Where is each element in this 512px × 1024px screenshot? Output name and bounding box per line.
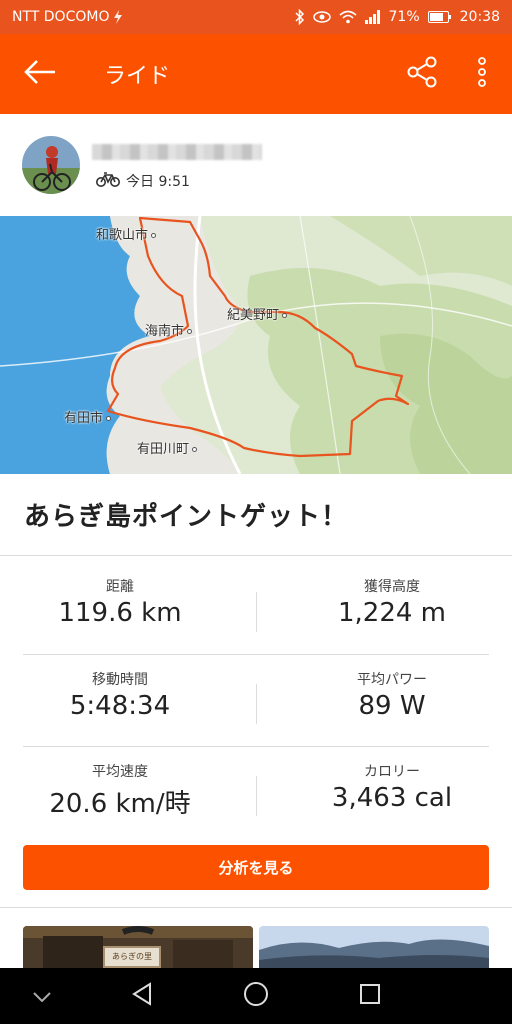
nav-back-button[interactable] [112, 968, 172, 1024]
stat-row-divider [23, 746, 489, 747]
bluetooth-icon [294, 9, 305, 25]
stat-distance: 距離 119.6 km [20, 576, 220, 628]
share-button[interactable] [392, 34, 452, 114]
back-arrow-icon [24, 59, 56, 89]
stat-divider [256, 592, 257, 632]
page-title: ライド [104, 64, 171, 89]
signal-icon [364, 10, 381, 24]
photo-sign-text: あらぎの里 [103, 946, 161, 968]
clock: 20:38 [459, 9, 500, 25]
more-options-button[interactable] [452, 34, 512, 114]
stat-moving-time: 移動時間 5:48:34 [20, 669, 220, 721]
stat-label: 獲得高度 [364, 579, 420, 595]
stat-row-divider [23, 654, 489, 655]
stat-label: 距離 [106, 579, 134, 595]
map-label-wakayama: 和歌山市 [96, 224, 157, 243]
stat-value: 5:48:34 [69, 691, 171, 721]
stat-label: 平均パワー [357, 672, 427, 688]
stat-value: 20.6 km/時 [49, 789, 191, 819]
share-icon [405, 55, 439, 93]
activity-meta: 今日 9:51 [96, 171, 190, 191]
eye-icon [312, 11, 331, 23]
stat-avg-speed: 平均速度 20.6 km/時 [20, 761, 220, 820]
battery-icon [427, 11, 452, 23]
status-bar: NTT DOCOMO 71% 20:38 [0, 0, 512, 34]
athlete-header: 今日 9:51 [0, 114, 512, 216]
stat-value: 89 W [358, 691, 426, 721]
stat-divider [256, 776, 257, 816]
battery-percent: 71% [388, 9, 420, 25]
status-icons: 71% 20:38 [294, 9, 500, 25]
charging-icon [113, 10, 123, 24]
activity-time: 今日 9:51 [126, 174, 190, 190]
photo-thumbnail-2[interactable] [259, 926, 489, 968]
system-nav-bar [0, 968, 512, 1024]
more-vert-icon [478, 57, 486, 91]
chevron-down-icon [33, 987, 51, 1006]
back-triangle-icon [131, 982, 153, 1010]
stat-label: 移動時間 [92, 672, 148, 688]
view-analysis-button[interactable]: 分析を見る [23, 845, 489, 890]
stat-value: 119.6 km [58, 598, 182, 628]
stat-divider [256, 684, 257, 724]
back-button[interactable] [0, 34, 80, 114]
nav-hide-button[interactable] [12, 968, 72, 1024]
map-label-kainan: 海南市 [145, 320, 193, 339]
app-bar-actions [392, 34, 512, 114]
app-bar: ライド [0, 34, 512, 114]
wifi-icon [338, 10, 357, 24]
home-circle-icon [243, 981, 269, 1011]
nav-recents-button[interactable] [340, 968, 400, 1024]
carrier-name: NTT DOCOMO [12, 9, 110, 25]
route-map[interactable]: 和歌山市 紀美野町 海南市 有田市 有田川町 [0, 216, 512, 474]
stat-calories: カロリー 3,463 cal [292, 761, 492, 813]
athlete-name-redacted[interactable] [92, 144, 262, 160]
stat-value: 1,224 m [337, 598, 447, 628]
map-label-arida: 有田市 [64, 407, 112, 426]
ride-title: あらぎ島ポイントゲット！ [24, 502, 349, 532]
avatar[interactable] [22, 136, 80, 194]
section-divider [0, 555, 512, 556]
stat-elevation: 獲得高度 1,224 m [292, 576, 492, 628]
bike-icon [96, 171, 120, 191]
stat-avg-power: 平均パワー 89 W [292, 669, 492, 721]
stat-value: 3,463 cal [331, 783, 453, 813]
nav-home-button[interactable] [226, 968, 286, 1024]
carrier: NTT DOCOMO [12, 9, 123, 25]
section-divider [0, 907, 512, 908]
map-label-aridagawa: 有田川町 [137, 438, 198, 457]
map-label-kimino: 紀美野町 [227, 304, 288, 323]
stat-label: カロリー [364, 764, 420, 780]
photo-thumbnail-1[interactable]: あらぎの里 [23, 926, 253, 968]
recents-square-icon [359, 983, 381, 1009]
stat-label: 平均速度 [92, 764, 148, 780]
